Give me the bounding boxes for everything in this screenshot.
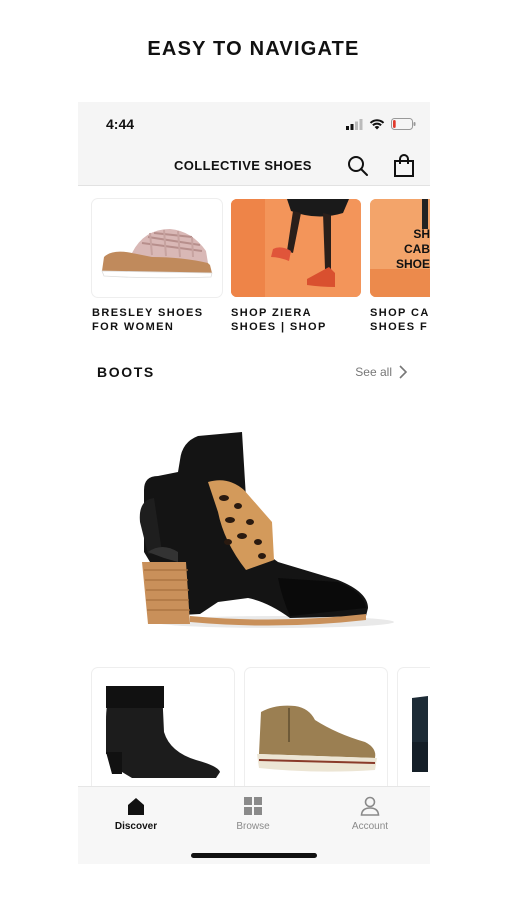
status-bar: 4:44: [78, 102, 430, 146]
product-card[interactable]: [92, 668, 234, 798]
product-card[interactable]: [245, 668, 387, 798]
brand-card-bresley[interactable]: [92, 199, 222, 297]
brand-label-bresley[interactable]: BRESLEY SHOES FOR WOMEN: [92, 306, 222, 334]
dark-boot-image: [412, 696, 428, 772]
bottom-tab-bar: Discover Browse Account: [78, 786, 430, 864]
brand-label-line: FOR WOMEN: [92, 321, 175, 333]
see-all-link[interactable]: See all: [355, 365, 392, 379]
chevron-right-icon[interactable]: [398, 365, 408, 379]
ziera-promo-image: [231, 199, 361, 297]
tan-sneaker-boot-image: [257, 705, 377, 772]
product-card[interactable]: [398, 668, 430, 798]
tab-label: Account: [351, 821, 389, 832]
cabello-promo-text: SH CAB SHOE: [388, 227, 430, 272]
brand-label-line: BRESLEY SHOES: [92, 307, 204, 319]
boots-section-header: BOOTS See all: [78, 360, 430, 384]
brand-label-line: SHOP ZIERA: [231, 307, 313, 319]
brand-card-ziera[interactable]: [231, 199, 361, 297]
home-indicator[interactable]: [191, 853, 317, 858]
featured-boot-image[interactable]: [78, 402, 430, 652]
user-icon: [360, 796, 380, 816]
shopping-bag-icon[interactable]: [392, 154, 416, 178]
brand-card-cabello[interactable]: SH CAB SHOE: [370, 199, 430, 297]
status-icons: [346, 118, 416, 130]
brand-label-line: SHOES F: [370, 321, 429, 333]
promo-text-line: SH: [413, 227, 430, 241]
brand-carousel: BRESLEY SHOES FOR WOMEN SHOP ZIERA SHOES…: [92, 199, 430, 339]
tab-label: Browse: [236, 821, 270, 832]
app-header: COLLECTIVE SHOES: [78, 146, 430, 186]
phone-screen: 4:44 COLLECTIVE SHOES BRESLEY SHOES FOR …: [78, 102, 430, 864]
brand-label-line: SHOES | SHOP: [231, 321, 327, 333]
promo-text-line: CAB: [404, 242, 430, 256]
home-icon: [128, 798, 144, 815]
black-ankle-boot-image: [106, 686, 220, 778]
brand-label-ziera[interactable]: SHOP ZIERA SHOES | SHOP: [231, 306, 361, 334]
tab-account[interactable]: Account: [330, 795, 410, 832]
store-title: COLLECTIVE SHOES: [174, 158, 312, 173]
tab-label: Discover: [114, 821, 158, 832]
brand-label-cabello[interactable]: SHOP CA SHOES F: [370, 306, 430, 334]
page-headline: EASY TO NAVIGATE: [147, 38, 360, 60]
grid-icon: [244, 797, 262, 815]
wifi-icon: [369, 119, 385, 130]
mule-shoe-image: [101, 229, 213, 279]
tab-discover[interactable]: Discover: [96, 795, 176, 832]
signal-icon: [346, 118, 363, 130]
search-icon[interactable]: [346, 154, 370, 178]
battery-icon: [391, 118, 416, 130]
promo-text-line: SHOE: [395, 257, 430, 271]
section-title: BOOTS: [97, 364, 155, 380]
boots-product-row: [92, 668, 430, 798]
tab-browse[interactable]: Browse: [213, 795, 293, 832]
ankle-boot-image: [139, 432, 394, 628]
brand-label-line: SHOP CA: [370, 307, 430, 319]
status-time: 4:44: [106, 116, 135, 132]
